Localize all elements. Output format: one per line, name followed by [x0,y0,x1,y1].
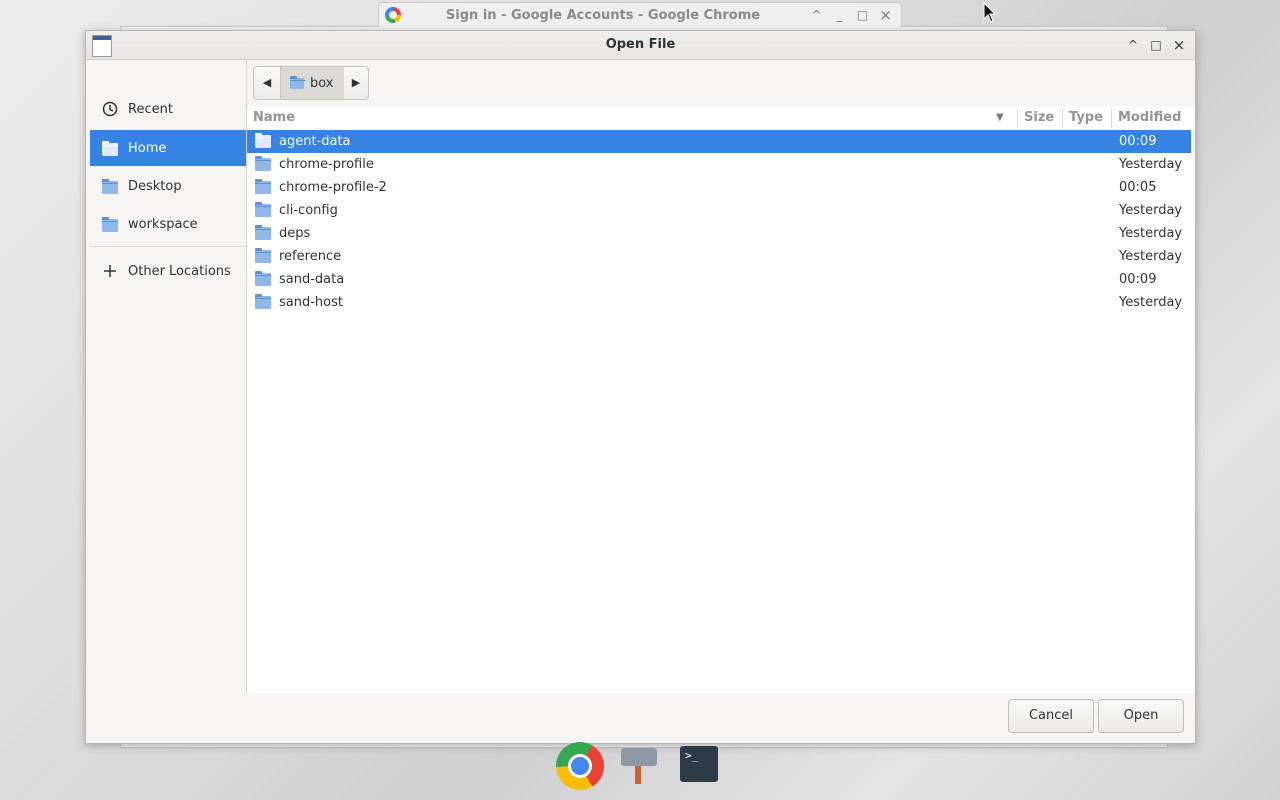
path-segment-label: box [310,75,334,91]
sidebar-item-label: Recent [128,101,173,117]
taskbar: >_ [548,742,728,800]
path-bar: ◀ box ▶ [247,60,1195,106]
file-modified: Yesterday [1119,157,1183,172]
home-folder-icon [102,140,118,156]
file-name: chrome-profile [279,157,374,172]
file-row[interactable]: sand-data 00:09 [247,268,1191,291]
chrome-maximize-icon[interactable]: □ [851,8,874,22]
file-browser: ◀ box ▶ Name ▼ Size Type Modified agent-… [247,60,1195,693]
sidebar-separator [90,246,246,247]
plus-icon [102,263,118,279]
sidebar-item-recent[interactable]: Recent [90,91,246,127]
folder-icon [102,216,118,232]
dialog-footer: Cancel Open [86,693,1195,743]
folder-icon [255,294,271,309]
chrome-close-icon[interactable]: × [874,6,897,24]
sidebar-item-workspace[interactable]: workspace [90,206,246,242]
column-separator [1062,108,1063,128]
column-modified[interactable]: Modified [1118,106,1181,130]
file-row[interactable]: reference Yesterday [247,245,1191,268]
file-modified: 00:09 [1119,134,1157,149]
cancel-button[interactable]: Cancel [1008,699,1094,733]
sidebar-item-home[interactable]: Home [90,130,246,166]
file-modified: Yesterday [1119,249,1183,264]
home-folder-icon [290,75,306,89]
sort-descending-icon[interactable]: ▼ [996,106,1004,130]
column-size[interactable]: Size [1024,106,1054,130]
sidebar-item-other-locations[interactable]: Other Locations [90,253,246,289]
file-modified: Yesterday [1119,226,1183,241]
terminal-icon: >_ [685,749,699,762]
column-type[interactable]: Type [1069,106,1103,130]
column-name[interactable]: Name [253,106,295,130]
google-logo-icon [385,7,401,23]
dialog-title: Open File [605,37,676,52]
path-back-button[interactable]: ◀ [253,66,280,100]
file-row[interactable]: agent-data 00:09 [247,130,1191,153]
file-name: cli-config [279,203,338,218]
sidebar-item-label: Other Locations [128,263,231,279]
folder-icon [255,248,271,263]
tool-taskbar-icon[interactable] [620,746,658,786]
dialog-close-icon[interactable]: × [1170,36,1188,54]
folder-icon [255,271,271,286]
chrome-expand-icon[interactable]: ^ [805,8,828,22]
column-separator [1017,108,1018,128]
file-modified: Yesterday [1119,203,1183,218]
path-forward-button[interactable]: ▶ [344,66,369,100]
sidebar-item-desktop[interactable]: Desktop [90,168,246,204]
dialog-expand-icon[interactable]: ^ [1124,36,1142,54]
file-name: agent-data [279,134,351,149]
file-row[interactable]: sand-host Yesterday [247,291,1191,314]
file-name: deps [279,226,311,241]
file-name: chrome-profile-2 [279,180,387,195]
file-modified: 00:05 [1119,180,1157,195]
file-row[interactable]: cli-config Yesterday [247,199,1191,222]
sidebar-item-label: Desktop [128,178,182,194]
chrome-taskbar-icon[interactable] [556,742,604,790]
terminal-taskbar-icon[interactable]: >_ [680,746,718,782]
file-row[interactable]: chrome-profile-2 00:05 [247,176,1191,199]
folder-icon [255,179,271,194]
file-name: sand-data [279,272,345,287]
column-separator [1111,108,1112,128]
open-file-dialog: Open File ^ □ × Recent Home Desktop work… [85,30,1196,744]
file-row[interactable]: deps Yesterday [247,222,1191,245]
file-modified: 00:09 [1119,272,1157,287]
desktop-folder-icon [102,178,118,194]
file-list: agent-data 00:09 chrome-profile Yesterda… [247,130,1191,314]
column-header: Name ▼ Size Type Modified [247,106,1191,131]
file-row[interactable]: chrome-profile Yesterday [247,153,1191,176]
clock-icon [102,101,118,117]
folder-icon [255,156,271,171]
file-name: reference [279,249,342,264]
sidebar-item-label: Home [128,140,167,156]
sidebar-item-label: workspace [128,216,198,232]
dialog-maximize-icon[interactable]: □ [1147,36,1165,54]
open-button[interactable]: Open [1098,699,1184,733]
file-modified: Yesterday [1119,295,1183,310]
chrome-titlebar[interactable]: Sign in - Google Accounts - Google Chrom… [378,2,902,27]
file-name: sand-host [279,295,343,310]
tool-stem-icon [635,766,641,784]
path-segment-box[interactable]: box [280,66,346,100]
dialog-header: Open File ^ □ × [86,31,1195,60]
folder-icon [255,225,271,240]
chrome-minimize-icon[interactable]: _ [828,8,851,22]
tool-screen-icon [621,748,657,766]
mouse-cursor-icon [983,2,997,23]
places-sidebar: Recent Home Desktop workspace Other Loca… [86,60,247,693]
chrome-window-title: Sign in - Google Accounts - Google Chrom… [445,7,761,23]
folder-icon [255,202,271,217]
folder-icon [255,133,271,148]
